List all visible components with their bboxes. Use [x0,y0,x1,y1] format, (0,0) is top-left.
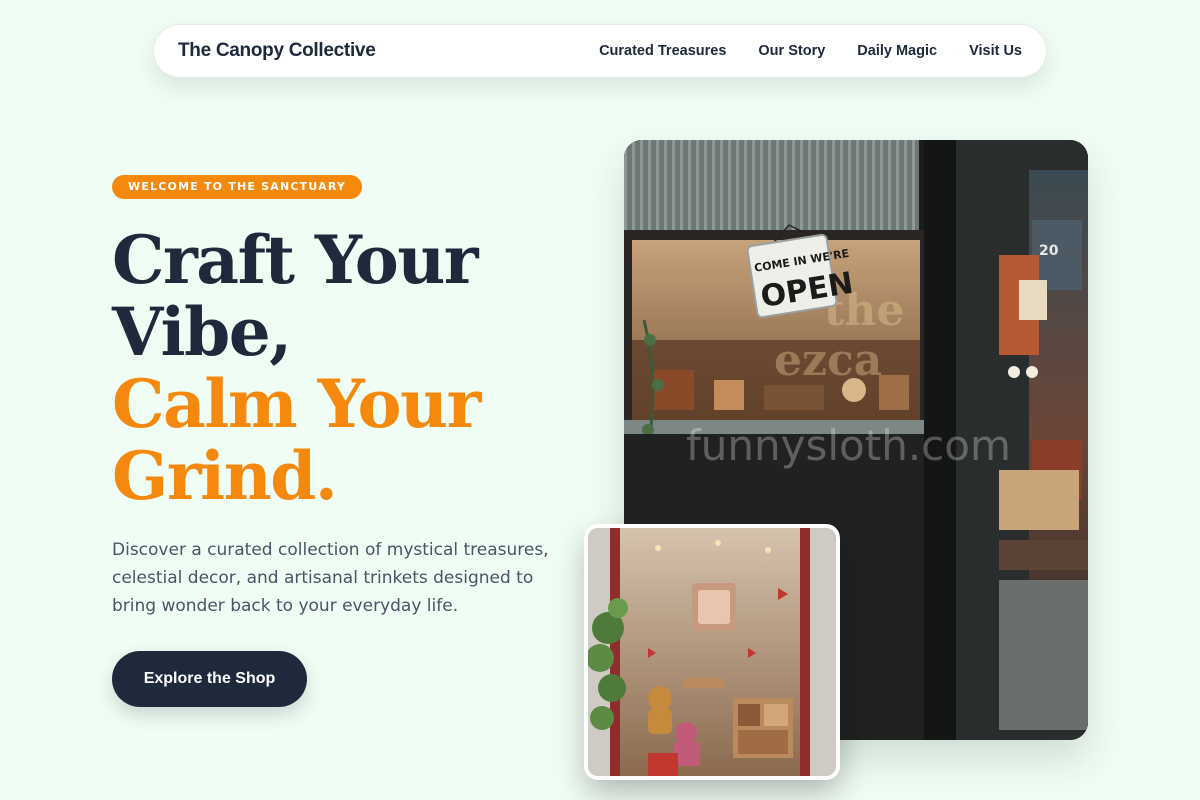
headline-line-1: Craft Your [112,221,479,299]
shop-window-photo [584,524,840,780]
brand-logo[interactable]: The Canopy Collective [178,40,376,62]
shop-window-illustration [588,528,836,776]
headline-line-4: Grind. [112,437,338,515]
hero-description: Discover a curated collection of mystica… [112,540,549,616]
hero-headline: Craft Your Vibe, Calm Your Grind. [112,221,481,515]
headline-line-2: Vibe, [112,293,292,371]
svg-text:ezca: ezca [774,335,882,386]
welcome-badge: WELCOME TO THE SANCTUARY [112,175,363,199]
nav-link-daily-magic[interactable]: Daily Magic [857,43,937,59]
nav-link-our-story[interactable]: Our Story [758,43,825,59]
top-navbar: The Canopy Collective Curated Treasures … [153,24,1047,78]
svg-text:20: 20 [1039,243,1059,259]
nav-link-curated-treasures[interactable]: Curated Treasures [599,43,726,59]
headline-line-3: Calm Your [112,365,481,443]
nav-link-visit-us[interactable]: Visit Us [969,43,1022,59]
explore-shop-button[interactable]: Explore the Shop [112,651,307,707]
nav-links: Curated Treasures Our Story Daily Magic … [567,43,1022,59]
watermark-text: funnysloth.com [686,421,1011,470]
